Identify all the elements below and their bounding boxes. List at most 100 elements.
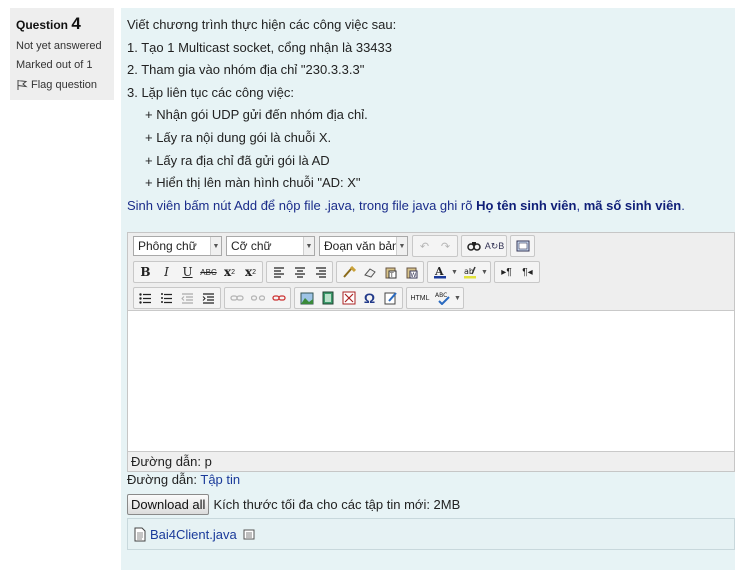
question-line: Viết chương trình thực hiện các công việ… (127, 17, 397, 32)
flag-question-label: Flag question (31, 79, 98, 91)
chevron-down-icon: ▼ (210, 237, 221, 255)
manage-files-icon[interactable] (338, 288, 359, 308)
instruction-text: Sinh viên bấm nút Add để nộp file .java,… (127, 197, 477, 213)
flag-icon (17, 80, 28, 90)
media-icon[interactable] (317, 288, 338, 308)
bold-icon[interactable]: B (135, 262, 156, 282)
question-subline: + Lấy ra nội dung gói là chuỗi X. (145, 129, 332, 145)
outdent-icon[interactable] (177, 288, 198, 308)
file-path-breadcrumb: Đường dẫn: Tập tin (127, 472, 240, 487)
editor-path-value[interactable]: p (205, 454, 212, 469)
unlink-icon[interactable] (247, 288, 268, 308)
file-list: Bai4Client.java (127, 518, 735, 550)
toolbar-row-2: B I U ABC x2 x2 T W A ▼ ab ▼ ▸¶ ¶◂ (133, 261, 543, 283)
chevron-down-icon: ▼ (303, 237, 314, 255)
editor-toolbar: Phông chữ ▼ Cỡ chữ ▼ Đoạn văn bản ▼ ↶ ↷ (128, 233, 734, 311)
paste-text-icon[interactable]: T (380, 262, 401, 282)
fullscreen-group (510, 235, 535, 257)
format-value: Đoạn văn bản (324, 239, 399, 253)
bullet-list-icon[interactable] (135, 288, 156, 308)
max-size-text: Kích thước tối đa cho các tập tin mới: 2… (213, 497, 461, 512)
indent-icon[interactable] (198, 288, 219, 308)
file-path-label: Đường dẫn: (127, 472, 197, 487)
file-icon (134, 527, 146, 541)
find-icon[interactable] (463, 236, 484, 256)
submission-instruction: Sinh viên bấm nút Add để nộp file .java,… (127, 195, 735, 218)
html-source-icon[interactable]: HTML (408, 288, 432, 308)
italic-icon[interactable]: I (156, 262, 177, 282)
link-icon[interactable] (226, 288, 247, 308)
paste-word-icon[interactable]: W (401, 262, 422, 282)
question-subline: + Nhận gói UDP gửi đến nhóm địa chỉ. (145, 107, 368, 123)
file-menu-icon[interactable] (243, 529, 255, 540)
strikethrough-icon[interactable]: ABC (198, 262, 219, 282)
question-subline: + Hiển thị lên màn hình chuỗi "AD: X" (145, 175, 361, 191)
redo-icon[interactable]: ↷ (435, 236, 456, 256)
flag-question-link[interactable]: Flag question (16, 79, 108, 91)
align-left-icon[interactable] (268, 262, 289, 282)
font-family-select[interactable]: Phông chữ ▼ (133, 236, 222, 256)
question-state: Not yet answered (16, 40, 102, 52)
toolbar-row-1: Phông chữ ▼ Cỡ chữ ▼ Đoạn văn bản ▼ ↶ ↷ (133, 235, 538, 257)
ltr-icon[interactable]: ▸¶ (496, 262, 517, 282)
undo-icon[interactable]: ↶ (414, 236, 435, 256)
chevron-down-icon[interactable]: ▼ (453, 295, 462, 302)
undo-redo-group: ↶ ↷ (412, 235, 458, 257)
question-info: Question 4 Not yet answered Marked out o… (10, 8, 114, 100)
format-select[interactable]: Đoạn văn bản ▼ (319, 236, 408, 256)
highlight-color-icon[interactable]: ab (459, 262, 480, 282)
text-color-icon[interactable]: A (429, 262, 450, 282)
svg-text:T: T (389, 272, 394, 279)
file-link[interactable]: Bai4Client.java (150, 527, 237, 542)
fullscreen-icon[interactable] (512, 236, 533, 256)
question-content: Viết chương trình thực hiện các công việ… (121, 8, 735, 570)
cleanup-icon[interactable] (338, 262, 359, 282)
link-group (224, 287, 291, 309)
svg-text:ABC: ABC (435, 292, 447, 299)
superscript-icon[interactable]: x2 (240, 262, 261, 282)
clean-group: T W (336, 261, 424, 283)
instruction-bold-name: Họ tên sinh viên (476, 197, 577, 213)
nolink-icon[interactable] (268, 288, 289, 308)
download-all-button[interactable]: Download all (127, 494, 210, 515)
special-char-icon[interactable]: Ω (359, 288, 380, 308)
numbered-list-icon[interactable] (156, 288, 177, 308)
chevron-down-icon[interactable]: ▼ (450, 269, 459, 276)
editor-content-area[interactable] (128, 311, 734, 453)
align-group (266, 261, 333, 283)
chevron-down-icon: ▼ (396, 237, 407, 255)
question-number-value: 4 (71, 14, 81, 33)
align-right-icon[interactable] (310, 262, 331, 282)
question-line: 2. Tham gia vào nhóm địa chỉ "230.3.3.3" (127, 62, 365, 78)
upload-row: Download all Kích thước tối đa cho các t… (127, 494, 460, 515)
eraser-icon[interactable] (359, 262, 380, 282)
rich-text-editor: Phông chữ ▼ Cỡ chữ ▼ Đoạn văn bản ▼ ↶ ↷ (127, 232, 735, 472)
toolbar-row-3: Ω HTML ABC ▼ (133, 287, 467, 309)
editor-path-bar: Đường dẫn: p (128, 451, 734, 471)
question-grade: Marked out of 1 (16, 59, 93, 71)
question-number: Question 4 (16, 14, 108, 34)
font-family-value: Phông chữ (138, 239, 197, 253)
chevron-down-icon[interactable]: ▼ (480, 269, 489, 276)
editor-path-label: Đường dẫn: (131, 454, 201, 469)
question-label: Question (16, 18, 69, 32)
question-subline: + Lấy ra địa chỉ đã gửi gói là AD (145, 152, 330, 168)
color-group: A ▼ ab ▼ (427, 261, 491, 283)
spellcheck-icon[interactable]: ABC (432, 288, 453, 308)
instruction-suffix: . (681, 197, 685, 213)
align-center-icon[interactable] (289, 262, 310, 282)
underline-icon[interactable]: U (177, 262, 198, 282)
rtl-icon[interactable]: ¶◂ (517, 262, 538, 282)
html-spell-group: HTML ABC ▼ (406, 287, 464, 309)
subscript-icon[interactable]: x2 (219, 262, 240, 282)
font-size-value: Cỡ chữ (231, 239, 272, 253)
file-path-link[interactable]: Tập tin (200, 472, 240, 487)
text-style-group: B I U ABC x2 x2 (133, 261, 263, 283)
image-icon[interactable] (296, 288, 317, 308)
svg-text:W: W (410, 272, 416, 279)
font-size-select[interactable]: Cỡ chữ ▼ (226, 236, 315, 256)
replace-icon[interactable]: A↻B (484, 236, 505, 256)
instruction-bold-id: mã số sinh viên (583, 197, 682, 213)
question-text: Viết chương trình thực hiện các công việ… (127, 14, 735, 217)
edit-icon[interactable] (380, 288, 401, 308)
